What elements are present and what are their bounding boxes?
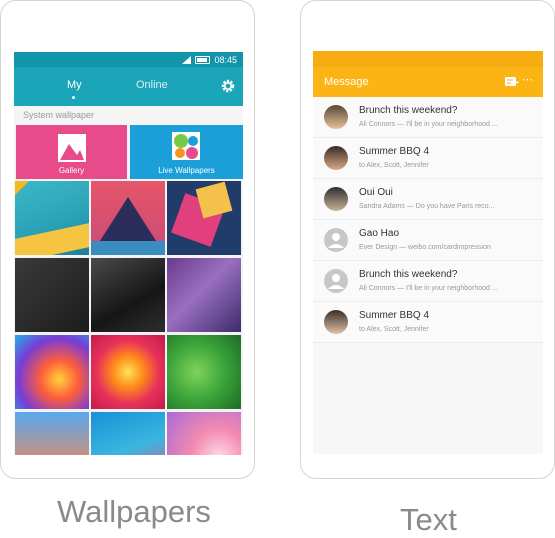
wallpaper-thumbnail[interactable] [15, 335, 89, 409]
tab-my[interactable]: My [67, 79, 82, 91]
message-thread[interactable]: Brunch this weekend? Ali Connors — I'll … [313, 97, 543, 138]
contact-avatar-photo [324, 105, 348, 129]
live-wallpapers-label: Live Wallpapers [158, 166, 215, 175]
person-placeholder-icon [324, 269, 348, 293]
selected-check-badge [15, 181, 29, 195]
live-wallpapers-tile[interactable]: Live Wallpapers [130, 125, 243, 179]
message-title: Message [324, 76, 369, 88]
thread-title: Oui Oui [359, 187, 393, 198]
message-screen: Message ⋯ Brunch this weekend? Ali Conno… [313, 51, 543, 454]
signal-icon [182, 55, 192, 64]
thread-title: Brunch this weekend? [359, 105, 458, 116]
wallpaper-thumbnail[interactable] [91, 258, 165, 332]
status-bar: 08:45 [14, 52, 243, 67]
phone-frame-message: Message ⋯ Brunch this weekend? Ali Conno… [300, 0, 555, 479]
wallpaper-thumbnail[interactable] [15, 258, 89, 332]
gallery-icon [58, 134, 86, 162]
live-wallpapers-icon [172, 132, 200, 160]
thread-title: Summer BBQ 4 [359, 310, 430, 321]
thread-preview: Sandra Adams — Do you have Paris reco... [359, 203, 495, 210]
thread-title: Summer BBQ 4 [359, 146, 430, 157]
gallery-tile[interactable]: Gallery [16, 125, 127, 179]
message-thread[interactable]: Gao Hao Ever Design — weibo.com/cardimpr… [313, 220, 543, 261]
wallpaper-thumbnail[interactable] [167, 335, 241, 409]
system-wallpaper-label: System wallpaper [14, 106, 243, 125]
contact-avatar-photo [324, 146, 348, 170]
thread-preview: to Alex, Scott, Jennifer [359, 326, 429, 333]
thread-title: Brunch this weekend? [359, 269, 458, 280]
caption-wallpapers: Wallpapers [57, 494, 211, 529]
thread-preview: Ever Design — weibo.com/cardimpression [359, 244, 491, 251]
wallpaper-thumbnail[interactable] [15, 412, 89, 455]
thread-preview: to Alex, Scott, Jennifer [359, 162, 429, 169]
active-tab-indicator [72, 96, 75, 99]
wallpaper-thumbnail[interactable] [91, 335, 165, 409]
wallpapers-screen: 08:45 My Online System wallpaper Gallery [14, 52, 243, 455]
contact-avatar-photo [324, 310, 348, 334]
wallpaper-thumbnail[interactable] [167, 181, 241, 255]
message-thread[interactable]: Summer BBQ 4 to Alex, Scott, Jennifer [313, 138, 543, 179]
message-thread[interactable]: Summer BBQ 4 to Alex, Scott, Jennifer [313, 302, 543, 343]
more-options-icon[interactable]: ⋯ [522, 73, 533, 86]
status-bar [313, 51, 543, 67]
wallpaper-thumbnail[interactable] [15, 181, 89, 255]
app-tabs: My Online [14, 67, 243, 106]
contact-avatar-photo [324, 187, 348, 211]
thread-title: Gao Hao [359, 228, 400, 239]
battery-icon [195, 55, 211, 64]
compose-icon[interactable] [505, 77, 519, 89]
thread-preview: Ali Connors — I'll be in your neighborho… [359, 285, 498, 292]
wallpaper-thumbnail[interactable] [91, 181, 165, 255]
message-thread-list: Brunch this weekend? Ali Connors — I'll … [313, 97, 543, 343]
settings-gear-icon[interactable] [220, 78, 236, 94]
wallpaper-thumbnail[interactable] [167, 258, 241, 332]
wallpaper-thumbnail[interactable] [91, 412, 165, 455]
wallpaper-thumbnail[interactable] [167, 412, 241, 455]
person-placeholder-icon [324, 228, 348, 252]
tab-online[interactable]: Online [136, 79, 168, 91]
gallery-label: Gallery [58, 166, 85, 175]
message-toolbar: Message ⋯ [313, 67, 543, 97]
thread-preview: Ali Connors — I'll be in your neighborho… [359, 121, 498, 128]
message-thread[interactable]: Brunch this weekend? Ali Connors — I'll … [313, 261, 543, 302]
status-time: 08:45 [214, 54, 237, 65]
phone-frame-wallpapers: 08:45 My Online System wallpaper Gallery [0, 0, 255, 479]
message-thread[interactable]: Oui Oui Sandra Adams — Do you have Paris… [313, 179, 543, 220]
